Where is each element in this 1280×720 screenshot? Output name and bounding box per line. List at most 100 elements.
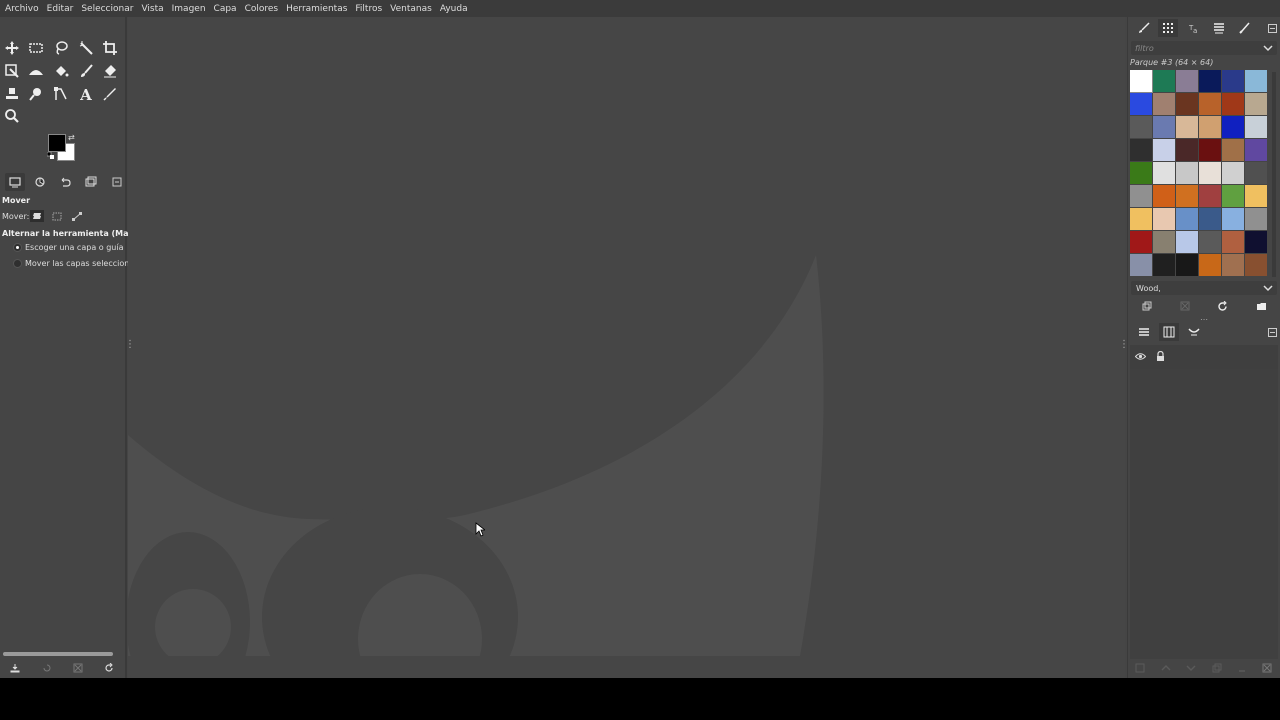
menu-archivo[interactable]: Archivo: [0, 4, 43, 14]
layers-list[interactable]: [1130, 369, 1278, 659]
move-layer-mode-icon[interactable]: [30, 210, 44, 222]
device-status-tab-icon[interactable]: [30, 173, 50, 191]
reset-options-icon[interactable]: [102, 661, 116, 675]
open-pattern-icon[interactable]: [1254, 299, 1268, 313]
eraser-icon[interactable]: [99, 60, 121, 82]
fg-bg-colors[interactable]: ⇄: [47, 133, 78, 162]
pattern-swatch[interactable]: [1199, 208, 1221, 230]
fuzzy-select-icon[interactable]: [75, 37, 97, 59]
pattern-swatch[interactable]: [1130, 185, 1152, 207]
patterns-configure-icon[interactable]: [1262, 19, 1280, 37]
pattern-swatch[interactable]: [1153, 208, 1175, 230]
pattern-swatch[interactable]: [1153, 254, 1175, 276]
text-icon[interactable]: A: [75, 83, 97, 105]
pattern-swatch[interactable]: [1222, 139, 1244, 161]
pattern-swatch[interactable]: [1176, 208, 1198, 230]
chevron-down-icon[interactable]: [1262, 42, 1274, 54]
color-picker-icon[interactable]: [99, 83, 121, 105]
delete-layer-icon[interactable]: [1260, 661, 1274, 675]
pattern-swatch[interactable]: [1153, 231, 1175, 253]
pick-layer-label[interactable]: Escoger una capa o guía: [25, 243, 123, 252]
pattern-swatch[interactable]: [1245, 70, 1267, 92]
foreground-color-swatch[interactable]: [48, 134, 66, 152]
pattern-swatch[interactable]: [1245, 254, 1267, 276]
layers-configure-icon[interactable]: [1262, 323, 1280, 341]
delete-pattern-icon[interactable]: [1178, 299, 1192, 313]
pattern-swatch[interactable]: [1222, 208, 1244, 230]
fonts-tab-icon[interactable]: Ta: [1184, 19, 1204, 37]
pattern-swatch[interactable]: [1199, 254, 1221, 276]
pattern-preset-selector[interactable]: Wood,: [1131, 281, 1277, 295]
move-active-radio[interactable]: [13, 259, 22, 268]
pattern-swatch[interactable]: [1222, 254, 1244, 276]
patterns-tab-icon[interactable]: [1158, 19, 1178, 37]
menu-colores[interactable]: Colores: [241, 4, 283, 14]
pattern-swatch[interactable]: [1199, 70, 1221, 92]
menu-filtros[interactable]: Filtros: [351, 4, 386, 14]
pattern-swatch[interactable]: [1153, 162, 1175, 184]
pattern-swatch[interactable]: [1222, 70, 1244, 92]
menu-seleccionar[interactable]: Seleccionar: [77, 4, 137, 14]
menu-imagen[interactable]: Imagen: [168, 4, 210, 14]
pattern-swatch[interactable]: [1199, 116, 1221, 138]
pattern-swatch[interactable]: [1130, 162, 1152, 184]
pattern-swatch[interactable]: [1130, 70, 1153, 93]
pattern-swatch[interactable]: [1222, 185, 1244, 207]
pattern-swatch[interactable]: [1176, 185, 1198, 207]
chevron-down-icon[interactable]: [1262, 282, 1274, 294]
right-dock-resize-handle[interactable]: ⋮: [1119, 339, 1125, 350]
layers-tab-icon[interactable]: [1134, 323, 1154, 341]
pattern-swatch[interactable]: [1245, 162, 1267, 184]
refresh-patterns-icon[interactable]: [1215, 299, 1229, 313]
pattern-swatch[interactable]: [1222, 116, 1244, 138]
restore-options-icon[interactable]: [40, 661, 54, 675]
save-options-icon[interactable]: [8, 661, 22, 675]
pattern-swatch[interactable]: [1176, 70, 1198, 92]
paint-dynamics-tab-icon[interactable]: [1235, 19, 1255, 37]
reset-colors-icon[interactable]: [47, 152, 54, 159]
move-tool-icon[interactable]: [1, 37, 23, 59]
pattern-swatch[interactable]: [1245, 231, 1267, 253]
move-active-label[interactable]: Mover las capas seleccionad: [25, 259, 139, 268]
pattern-swatch[interactable]: [1130, 93, 1152, 115]
tool-options-hscrollbar[interactable]: [3, 652, 113, 656]
pattern-swatch[interactable]: [1199, 185, 1221, 207]
crop-icon[interactable]: [99, 37, 121, 59]
tool-options-tab-icon[interactable]: [5, 173, 25, 191]
eye-icon[interactable]: [1135, 352, 1146, 361]
patterns-filter-input[interactable]: filtro: [1131, 41, 1277, 55]
pattern-swatch[interactable]: [1130, 231, 1152, 253]
patterns-scrollbar[interactable]: [1272, 72, 1276, 277]
menu-herramientas[interactable]: Herramientas: [282, 4, 351, 14]
gradients-tab-icon[interactable]: [1209, 19, 1229, 37]
duplicate-pattern-icon[interactable]: [1140, 299, 1154, 313]
left-dock-resize-handle[interactable]: ⋮: [128, 339, 135, 350]
undo-history-tab-icon[interactable]: [55, 173, 75, 191]
menu-capa[interactable]: Capa: [210, 4, 241, 14]
lower-layer-icon[interactable]: [1184, 661, 1198, 675]
pattern-swatch[interactable]: [1176, 93, 1198, 115]
pattern-swatch[interactable]: [1176, 139, 1198, 161]
pattern-swatch[interactable]: [1245, 93, 1267, 115]
pattern-swatch[interactable]: [1245, 139, 1267, 161]
warp-icon[interactable]: [25, 60, 47, 82]
images-tab-icon[interactable]: [81, 173, 101, 191]
pattern-swatch[interactable]: [1199, 139, 1221, 161]
move-selection-mode-icon[interactable]: [50, 210, 64, 222]
raise-layer-icon[interactable]: [1159, 661, 1173, 675]
lock-icon[interactable]: [1156, 351, 1165, 362]
pattern-swatch[interactable]: [1153, 139, 1175, 161]
zoom-icon[interactable]: [1, 105, 23, 127]
transform-icon[interactable]: [1, 60, 23, 82]
pattern-swatch[interactable]: [1199, 231, 1221, 253]
rect-select-icon[interactable]: [25, 37, 47, 59]
menu-ayuda[interactable]: Ayuda: [436, 4, 472, 14]
pattern-swatch[interactable]: [1222, 93, 1244, 115]
pattern-swatch[interactable]: [1222, 231, 1244, 253]
channels-tab-icon[interactable]: [1159, 323, 1179, 341]
pattern-swatch[interactable]: [1222, 162, 1244, 184]
brushes-tab-icon[interactable]: [1134, 19, 1154, 37]
pattern-swatch[interactable]: [1199, 162, 1221, 184]
pattern-swatch[interactable]: [1130, 116, 1152, 138]
pattern-swatch[interactable]: [1153, 93, 1175, 115]
